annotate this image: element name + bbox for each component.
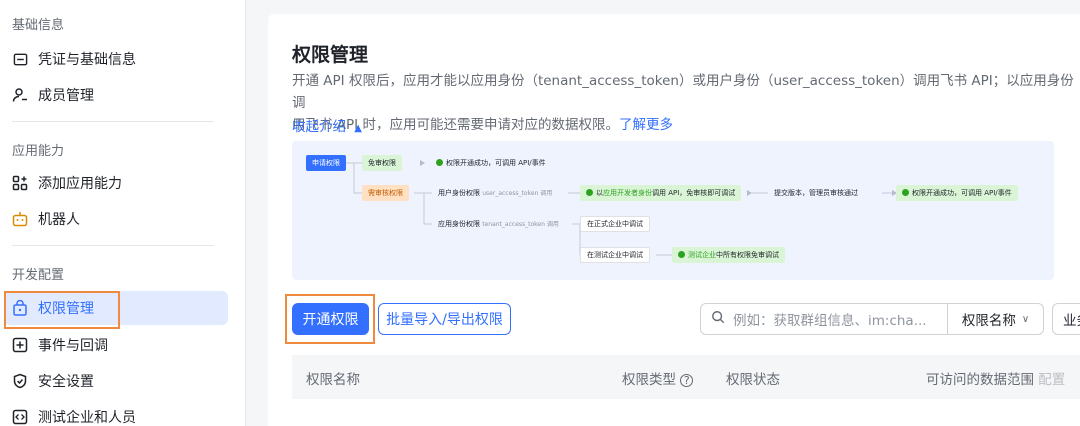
col-header-status: 权限状态 bbox=[726, 372, 780, 388]
flow-step-need-review: 需审核权限 bbox=[362, 185, 409, 201]
desc-line1: 开通 API 权限后，应用才能以应用身份（tenant_access_token… bbox=[292, 73, 1074, 111]
chevron-down-icon: ∨ bbox=[1021, 313, 1030, 325]
sidebar: 基础信息 凭证与基础信息 成员管理 应用能力 添加应用能力 机器人 开发配置 权… bbox=[0, 0, 246, 426]
sidebar-item-test-enterprise[interactable]: 测试企业和人员 bbox=[4, 400, 228, 426]
chevron-up-icon: ▲ bbox=[354, 123, 362, 134]
flow-submit: 提交版本，管理员审核通过 bbox=[774, 189, 858, 197]
business-filter-select[interactable]: 业务 bbox=[1052, 303, 1080, 335]
check-circle-icon bbox=[678, 251, 685, 258]
sidebar-item-add-ability[interactable]: 添加应用能力 bbox=[4, 166, 228, 200]
permission-search-input[interactable]: 例如：获取群组信息、im:cha... bbox=[700, 303, 948, 335]
sidebar-item-robot[interactable]: 机器人 bbox=[4, 202, 228, 236]
code-icon bbox=[12, 409, 28, 425]
collapse-intro-toggle[interactable]: 收起介绍 ▲ bbox=[292, 115, 362, 135]
check-circle-icon bbox=[586, 189, 593, 196]
sidebar-item-security[interactable]: 安全设置 bbox=[4, 364, 228, 398]
help-icon[interactable]: ? bbox=[680, 374, 694, 387]
sidebar-item-label: 成员管理 bbox=[38, 88, 94, 104]
enable-permission-button[interactable]: 开通权限 bbox=[292, 303, 369, 335]
event-icon bbox=[12, 337, 28, 353]
sidebar-item-label: 凭证与基础信息 bbox=[38, 52, 136, 68]
check-circle-icon bbox=[436, 159, 443, 166]
flow-formal-debug: 在正式企业中调试 bbox=[580, 216, 650, 232]
col-header-scope: 可访问的数据范围 配置 bbox=[926, 372, 1066, 388]
permission-flow-diagram: 申请权限 免审权限 权限开通成功，可调用 API/事件 需审核权限 用户身份权限… bbox=[292, 141, 1054, 280]
col-header-type: 权限类型 ? bbox=[622, 368, 694, 388]
flow-step-free: 免审权限 bbox=[362, 155, 402, 171]
learn-more-link[interactable]: 了解更多 bbox=[619, 117, 673, 133]
search-icon bbox=[711, 310, 725, 328]
robot-icon bbox=[12, 211, 28, 227]
collapse-label: 收起介绍 bbox=[292, 119, 346, 135]
table-header: 权限名称 权限类型 ? 权限状态 可访问的数据范围 配置 bbox=[292, 355, 1080, 399]
select-value: 权限名称 bbox=[961, 313, 1016, 329]
lock-icon bbox=[12, 300, 28, 316]
content-card: 权限管理 开通 API 权限后，应用才能以应用身份（tenant_access_… bbox=[268, 14, 1080, 426]
sidebar-item-label: 测试企业和人员 bbox=[38, 410, 136, 426]
shield-icon bbox=[12, 373, 28, 389]
add-user-icon bbox=[12, 87, 28, 103]
main-area: 权限管理 开通 API 权限后，应用才能以应用身份（tenant_access_… bbox=[246, 0, 1080, 426]
apps-grid-icon bbox=[12, 175, 28, 191]
search-field-select[interactable]: 权限名称 ∨ bbox=[948, 303, 1044, 335]
flow-free-result: 权限开通成功，可调用 API/事件 bbox=[430, 155, 552, 171]
sidebar-item-label: 安全设置 bbox=[38, 374, 94, 390]
sidebar-item-label: 添加应用能力 bbox=[38, 176, 122, 192]
sidebar-divider bbox=[12, 245, 214, 246]
flow-test-result: 测试企业中所有权限免审调试 bbox=[672, 247, 785, 263]
flow-test-debug: 在测试企业中调试 bbox=[580, 247, 650, 263]
sidebar-item-label: 机器人 bbox=[38, 212, 80, 228]
col-header-name: 权限名称 bbox=[306, 372, 360, 388]
sidebar-item-credentials[interactable]: 凭证与基础信息 bbox=[4, 42, 228, 76]
flow-final-result: 权限开通成功，可调用 API/事件 bbox=[896, 185, 1018, 201]
select-value: 业务 bbox=[1063, 313, 1080, 329]
flow-step-apply: 申请权限 bbox=[306, 155, 346, 171]
group-title-ability: 应用能力 bbox=[12, 144, 65, 159]
flow-app-identity: 应用身份权限 tenant_access_token 调用 bbox=[438, 220, 559, 228]
sidebar-item-members[interactable]: 成员管理 bbox=[4, 78, 228, 112]
search-placeholder: 例如：获取群组信息、im:cha... bbox=[733, 313, 927, 329]
flow-user-identity: 用户身份权限 user_access_token 调用 bbox=[438, 189, 553, 197]
page-description: 开通 API 权限后，应用才能以应用身份（tenant_access_token… bbox=[292, 70, 1080, 136]
sidebar-item-permissions[interactable]: 权限管理 bbox=[4, 291, 228, 325]
sidebar-divider bbox=[12, 121, 214, 122]
sidebar-item-events[interactable]: 事件与回调 bbox=[4, 328, 228, 362]
batch-import-export-button[interactable]: 批量导入/导出权限 bbox=[378, 303, 511, 335]
credential-icon bbox=[12, 51, 28, 67]
flow-user-dev-result: 以应用开发者身份调用 API，免审核即可调试 bbox=[580, 185, 742, 201]
group-title-dev: 开发配置 bbox=[12, 268, 65, 283]
check-circle-icon bbox=[902, 189, 909, 196]
group-title-basic: 基础信息 bbox=[12, 18, 65, 33]
sidebar-item-label: 权限管理 bbox=[38, 301, 94, 317]
page-title: 权限管理 bbox=[292, 44, 369, 66]
sidebar-item-label: 事件与回调 bbox=[38, 338, 108, 354]
